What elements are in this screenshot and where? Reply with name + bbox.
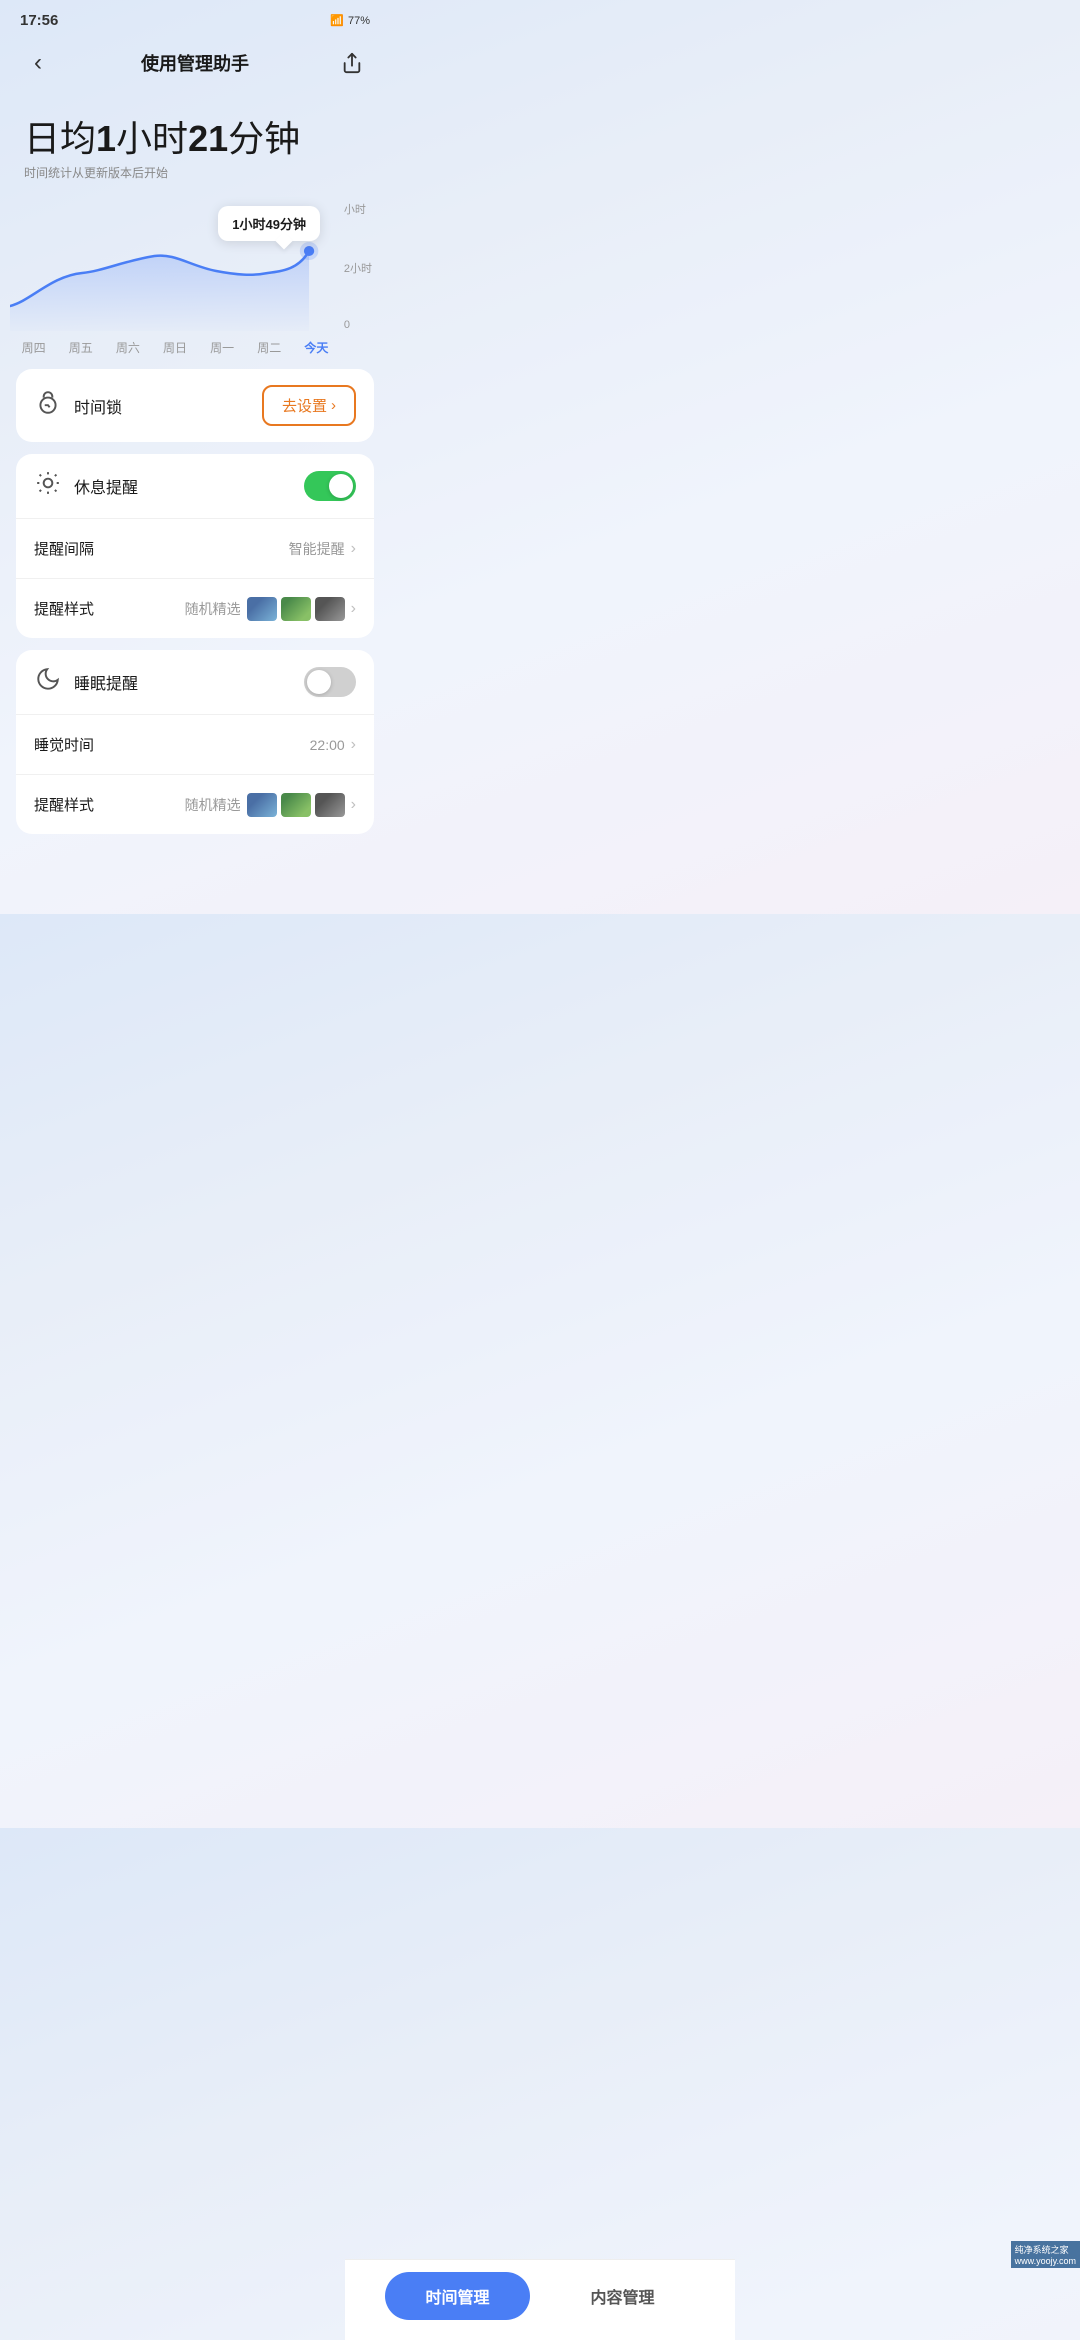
reminder-style-chevron: › <box>351 600 356 618</box>
tab-time-management[interactable]: 时间管理 <box>385 2272 530 2320</box>
reminder-style-value: 随机精选 <box>185 599 241 619</box>
time-lock-card: 时间锁 去设置 › <box>16 369 374 442</box>
reminder-thumbnails-2 <box>247 793 345 817</box>
header: ‹ 使用管理助手 <box>0 35 390 97</box>
stats-prefix: 日均 <box>24 118 96 159</box>
reminder-style-value-2: 随机精选 <box>185 795 241 815</box>
thumb-2-3 <box>315 793 345 817</box>
rest-reminder-toggle[interactable] <box>304 471 356 501</box>
chart-y-labels: 小时 2小时 0 <box>344 201 372 331</box>
status-bar: 17:56 📶 77% <box>0 0 390 35</box>
battery-text: 77% <box>348 15 370 27</box>
reminder-interval-value: 智能提醒 <box>289 539 345 559</box>
rest-reminder-icon <box>34 470 62 502</box>
sleep-reminder-toggle[interactable] <box>304 667 356 697</box>
go-setting-button[interactable]: 去设置 › <box>262 385 356 426</box>
sleep-reminder-label: 睡眠提醒 <box>74 670 138 694</box>
back-button[interactable]: ‹ <box>20 45 56 81</box>
stats-hours: 1 <box>96 118 116 159</box>
time-lock-icon <box>34 390 62 422</box>
reminder-interval-label: 提醒间隔 <box>34 538 94 559</box>
thumb-1 <box>247 597 277 621</box>
status-icons: 📶 77% <box>330 14 370 27</box>
rest-reminder-label: 休息提醒 <box>74 474 138 498</box>
chart-area <box>10 251 309 331</box>
thumb-3 <box>315 597 345 621</box>
stats-section: 日均1小时21分钟 时间统计从更新版本后开始 <box>0 97 390 191</box>
reminder-thumbnails <box>247 597 345 621</box>
thumb-2-2 <box>281 793 311 817</box>
time-lock-row: 时间锁 去设置 › <box>16 369 374 442</box>
cards-section: 时间锁 去设置 › 休息提醒 <box>0 351 390 834</box>
sleep-time-row[interactable]: 睡觉时间 22:00 › <box>16 714 374 774</box>
stats-hours-unit: 小时 <box>116 118 188 159</box>
thumb-2-1 <box>247 793 277 817</box>
reminder-style-row-2[interactable]: 提醒样式 随机精选 › <box>16 774 374 834</box>
chart-tooltip: 1小时49分钟 <box>218 206 320 241</box>
reminder-interval-row[interactable]: 提醒间隔 智能提醒 › <box>16 518 374 578</box>
stats-subtitle: 时间统计从更新版本后开始 <box>24 164 366 181</box>
chart-container: 1小时49分钟 小时 2小时 0 <box>10 201 380 331</box>
reminder-style-label-2: 提醒样式 <box>34 794 94 815</box>
reminder-style-chevron-2: › <box>351 796 356 814</box>
chart-x-labels: 周四 周五 周六 周日 周一 周二 今天 <box>10 331 340 356</box>
share-icon <box>341 52 363 74</box>
time-lock-label: 时间锁 <box>74 394 122 418</box>
status-time: 17:56 <box>20 12 58 29</box>
thumb-2 <box>281 597 311 621</box>
reminder-style-label: 提醒样式 <box>34 598 94 619</box>
rest-reminder-row: 休息提醒 <box>16 454 374 518</box>
sleep-time-value: 22:00 <box>310 737 345 753</box>
rest-reminder-card: 休息提醒 提醒间隔 智能提醒 › 提醒样式 随机精选 <box>16 454 374 638</box>
stats-minutes-unit: 分钟 <box>228 118 300 159</box>
share-button[interactable] <box>334 45 370 81</box>
watermark: 纯净系统之家www.yoojy.com <box>1011 2241 1080 2268</box>
signal-icon: 📶 <box>330 14 344 27</box>
sleep-reminder-icon <box>34 666 62 698</box>
stats-minutes: 21 <box>188 118 228 159</box>
chart-dot-outer <box>300 242 319 260</box>
sleep-reminder-card: 睡眠提醒 睡觉时间 22:00 › 提醒样式 随机精选 <box>16 650 374 834</box>
tab-bar: 时间管理 内容管理 <box>345 2259 735 2340</box>
reminder-interval-chevron: › <box>351 540 356 558</box>
page-title: 使用管理助手 <box>141 50 249 76</box>
daily-average: 日均1小时21分钟 <box>24 117 366 160</box>
sleep-time-label: 睡觉时间 <box>34 734 94 755</box>
go-chevron-icon: › <box>331 397 336 414</box>
sleep-reminder-row: 睡眠提醒 <box>16 650 374 714</box>
sleep-time-chevron: › <box>351 736 356 754</box>
chart-section: 1小时49分钟 小时 2小时 0 <box>0 191 390 351</box>
reminder-style-row[interactable]: 提醒样式 随机精选 › <box>16 578 374 638</box>
tab-content-management[interactable]: 内容管理 <box>550 2272 695 2320</box>
back-icon: ‹ <box>34 49 42 77</box>
